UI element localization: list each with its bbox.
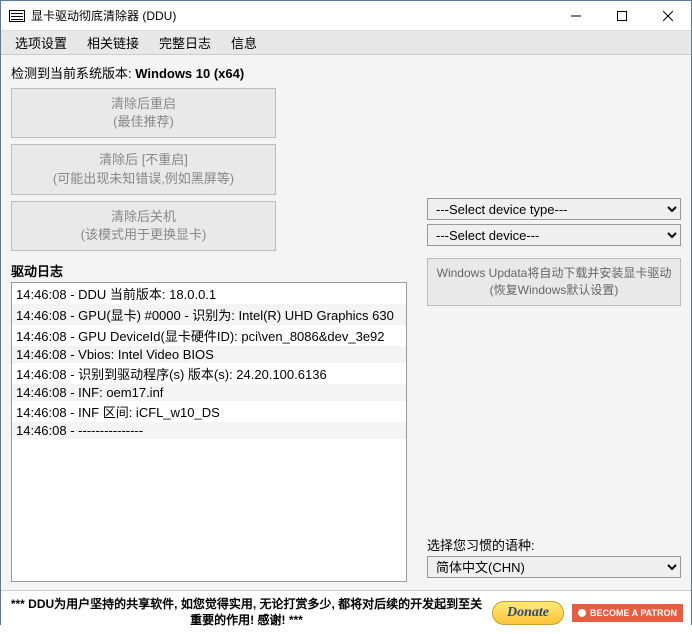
log-entry: 14:46:08 - INF 区间: iCFL_w10_DS [12, 401, 406, 422]
titlebar: 显卡驱动彻底清除器 (DDU) [1, 1, 691, 31]
menu-links[interactable]: 相关链接 [77, 31, 149, 54]
btn-line2: (最佳推荐) [16, 113, 271, 131]
spacer [427, 88, 681, 198]
log-label: 驱动日志 [11, 261, 407, 280]
window-controls [553, 1, 691, 31]
btn-line1: Windows Updata将自动下载并安装显卡驱动 [432, 265, 676, 282]
clean-norestart-button[interactable]: 清除后 [不重启] (可能出现未知错误,例如黑屏等) [11, 144, 276, 194]
menu-fulllog[interactable]: 完整日志 [149, 31, 221, 54]
sysver-value: Windows 10 (x64) [135, 66, 244, 81]
log-entry: 14:46:08 - GPU(显卡) #0000 - 识别为: Intel(R)… [12, 304, 406, 325]
log-entry: 14:46:08 - 识别到驱动程序(s) 版本(s): 24.20.100.6… [12, 363, 406, 384]
btn-line2: (恢复Windows默认设置) [432, 282, 676, 299]
log-entry: 14:46:08 - --------------- [12, 422, 406, 439]
language-label: 选择您习惯的语种: [427, 535, 681, 554]
close-button[interactable] [645, 1, 691, 31]
app-icon [9, 10, 25, 22]
menubar: 选项设置 相关链接 完整日志 信息 [1, 31, 691, 55]
language-block: 选择您习惯的语种: 简体中文(CHN) [427, 535, 681, 582]
footer: *** DDU为用户坚持的共享软件, 如您觉得实用, 无论打赏多少, 都将对后续… [1, 590, 691, 634]
right-column: ---Select device type--- ---Select devic… [427, 88, 681, 582]
window-title: 显卡驱动彻底清除器 (DDU) [31, 7, 553, 24]
btn-line2: (可能出现未知错误,例如黑屏等) [16, 170, 271, 188]
btn-line2: (该模式用于更换显卡) [16, 226, 271, 244]
app-window: 显卡驱动彻底清除器 (DDU) 选项设置 相关链接 完整日志 信息 检测到当前系… [0, 0, 692, 625]
patron-button[interactable]: BECOME A PATRON [572, 604, 683, 622]
log-entry: 14:46:08 - INF: oem17.inf [12, 384, 406, 401]
clean-restart-button[interactable]: 清除后重启 (最佳推荐) [11, 88, 276, 138]
footer-text: *** DDU为用户坚持的共享软件, 如您觉得实用, 无论打赏多少, 都将对后续… [9, 597, 484, 628]
btn-line1: 清除后重启 [16, 95, 271, 113]
main-layout: 清除后重启 (最佳推荐) 清除后 [不重启] (可能出现未知错误,例如黑屏等) … [11, 88, 681, 582]
sysver-prefix: 检测到当前系统版本: [11, 66, 135, 81]
log-entry: 14:46:08 - Vbios: Intel Video BIOS [12, 346, 406, 363]
content-area: 检测到当前系统版本: Windows 10 (x64) 清除后重启 (最佳推荐)… [1, 55, 691, 590]
system-version: 检测到当前系统版本: Windows 10 (x64) [11, 63, 681, 82]
device-select[interactable]: ---Select device--- [427, 224, 681, 246]
log-box[interactable]: 14:46:08 - DDU 当前版本: 18.0.0.1 14:46:08 -… [11, 282, 407, 582]
windows-update-button[interactable]: Windows Updata将自动下载并安装显卡驱动 (恢复Windows默认设… [427, 258, 681, 306]
btn-line1: 清除后 [不重启] [16, 151, 271, 169]
patreon-icon [578, 609, 586, 617]
language-select[interactable]: 简体中文(CHN) [427, 556, 681, 578]
device-type-select[interactable]: ---Select device type--- [427, 198, 681, 220]
patron-label: BECOME A PATRON [590, 608, 677, 618]
minimize-button[interactable] [553, 1, 599, 31]
clean-shutdown-button[interactable]: 清除后关机 (该模式用于更换显卡) [11, 201, 276, 251]
menu-info[interactable]: 信息 [221, 31, 267, 54]
btn-line1: 清除后关机 [16, 208, 271, 226]
log-entry: 14:46:08 - GPU DeviceId(显卡硬件ID): pci\ven… [12, 325, 406, 346]
log-entry: 14:46:08 - DDU 当前版本: 18.0.0.1 [12, 283, 406, 304]
donate-button[interactable]: Donate [492, 601, 564, 625]
maximize-button[interactable] [599, 1, 645, 31]
left-column: 清除后重启 (最佳推荐) 清除后 [不重启] (可能出现未知错误,例如黑屏等) … [11, 88, 407, 582]
menu-options[interactable]: 选项设置 [5, 31, 77, 54]
